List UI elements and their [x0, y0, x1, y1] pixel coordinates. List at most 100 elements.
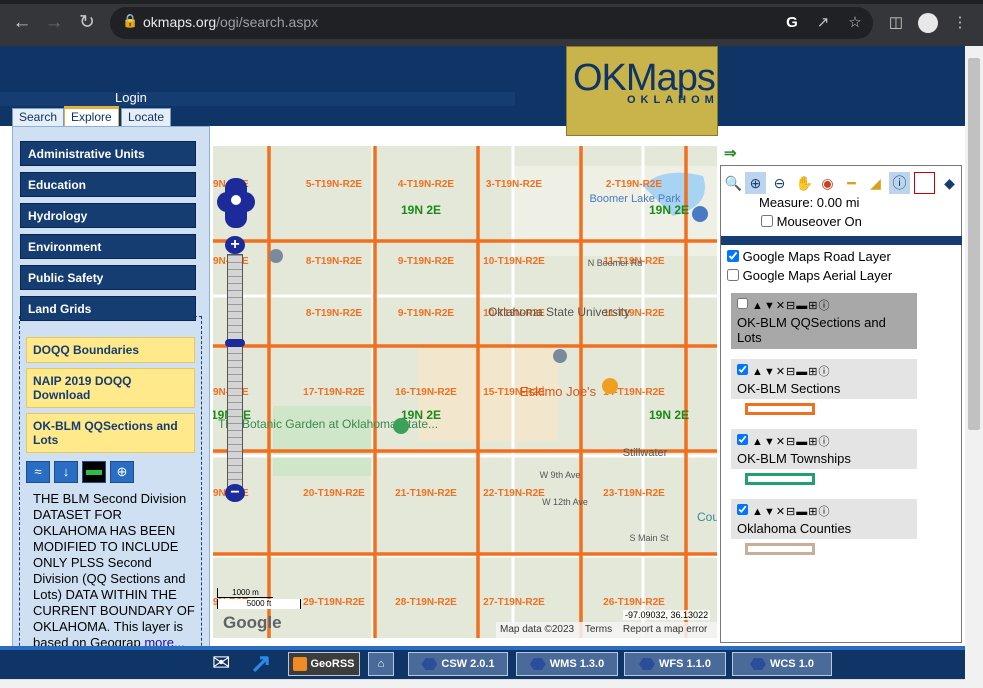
google-icon[interactable]: G	[782, 13, 802, 33]
section-label: 3-T19N-R2E	[486, 179, 542, 190]
external-link-icon[interactable]: ↗	[250, 648, 280, 678]
tab-search[interactable]: Search	[12, 108, 65, 126]
point-marker-icon[interactable]: ◆	[939, 172, 960, 194]
legend-icon[interactable]	[82, 461, 106, 483]
layer-naip-2019[interactable]: NAIP 2019 DOQQ Download	[26, 368, 195, 408]
profile-avatar[interactable]	[918, 13, 938, 33]
scale-imperial: 5000 ft	[217, 599, 301, 609]
category-public-safety[interactable]: Public Safety	[20, 265, 196, 290]
mouseover-checkbox[interactable]	[761, 215, 773, 227]
place-label: Oklahoma State University	[488, 305, 630, 319]
layer-item-townships[interactable]: ▲▼✕⊟▬⊞ⓘ OK-BLM Townships	[731, 429, 917, 469]
terms-link[interactable]: Terms	[585, 624, 612, 635]
restaurant-pin-icon[interactable]	[602, 378, 618, 394]
category-administrative-units[interactable]: Administrative Units	[20, 141, 196, 166]
road-layer-checkbox[interactable]	[727, 250, 739, 262]
report-map-error-link[interactable]: Report a map error	[623, 624, 707, 635]
scale-metric: 1000 m	[217, 588, 273, 598]
mouseover-toggle[interactable]: Mouseover On	[761, 214, 862, 229]
menu-dots-icon[interactable]: ⋮	[950, 13, 970, 33]
place-pin-icon[interactable]	[269, 249, 283, 263]
section-label: 2-T19N-R2E	[606, 179, 662, 190]
back-icon[interactable]: ←	[10, 11, 34, 35]
info-icon[interactable]: ⓘ	[889, 172, 910, 194]
category-environment[interactable]: Environment	[20, 234, 196, 259]
zoom-full-icon[interactable]: 🔍	[723, 172, 744, 194]
identify-icon[interactable]: ◉	[817, 172, 838, 194]
wcs-button[interactable]: WCS 1.0	[732, 652, 832, 676]
layer-controls[interactable]: ▲▼✕⊟▬⊞ⓘ	[737, 363, 911, 379]
wcs-label: WCS 1.0	[769, 658, 814, 670]
vertical-scrollbar[interactable]	[965, 46, 983, 688]
measure-readout: Measure: 0.00 mi	[759, 195, 860, 210]
address-bar[interactable]: 🔒 okmaps.org/ogi/search.aspx G ↗ ☆	[110, 7, 873, 39]
layer-item-counties[interactable]: ▲▼✕⊟▬⊞ⓘ Oklahoma Counties	[731, 499, 917, 539]
wms-button[interactable]: WMS 1.3.0	[516, 652, 618, 676]
category-education[interactable]: Education	[20, 172, 196, 197]
layer-ok-blm-qqsections[interactable]: OK-BLM QQSections and Lots	[26, 413, 195, 453]
email-icon[interactable]: ✉	[212, 650, 240, 678]
map-view[interactable]: 5-T19N-R2E 4-T19N-R2E 3-T19N-R2E 2-T19N-R2E…	[213, 146, 717, 638]
place-pin-icon[interactable]	[692, 206, 708, 222]
layer-checkbox[interactable]	[737, 364, 748, 375]
map-canvas[interactable]: 5-T19N-R2E 4-T19N-R2E 3-T19N-R2E 2-T19N-R2E…	[213, 146, 717, 638]
layer-item-qqsections[interactable]: ▲▼✕⊟▬⊞ⓘ OK-BLM QQSections and Lots	[731, 293, 917, 349]
layer-item-sections[interactable]: ▲▼✕⊟▬⊞ⓘ OK-BLM Sections	[731, 359, 917, 399]
collapse-arrows-icon[interactable]: ⇒	[724, 144, 737, 162]
home-icon[interactable]: ⌂	[368, 652, 394, 676]
zoom-slider-handle[interactable]	[225, 339, 245, 347]
tab-explore[interactable]: Explore	[64, 106, 119, 126]
map-tools-panel: 🔍 ⊕ ⊖ ✋ ◉ ━ ◢ ⓘ . ◆ Measure: 0.00 mi Mou…	[720, 165, 962, 643]
aerial-layer-checkbox[interactable]	[727, 269, 739, 281]
tab-locate[interactable]: Locate	[121, 108, 172, 126]
pan-hand-icon[interactable]: ✋	[794, 172, 815, 194]
measure-ruler-icon[interactable]: ━	[841, 172, 862, 194]
bookmark-star-icon[interactable]: ☆	[845, 13, 865, 33]
zoom-in-box-icon[interactable]: ⊕	[745, 172, 766, 194]
section-label: 5-T19N-R2E	[306, 179, 362, 190]
tab-strip	[0, 0, 983, 4]
zoom-slider[interactable]	[227, 254, 243, 490]
section-label: 10-T19N-R2E	[483, 256, 545, 267]
csw-button[interactable]: CSW 2.0.1	[408, 652, 508, 676]
area-ruler-icon[interactable]: ◢	[865, 172, 886, 194]
layer-controls[interactable]: ▲▼✕⊟▬⊞ⓘ	[737, 433, 911, 449]
layer-checkbox[interactable]	[737, 504, 748, 515]
zoom-out-icon[interactable]: ⊖	[769, 172, 790, 194]
zoom-out-button[interactable]: −	[225, 484, 245, 502]
layer-doqq-boundaries[interactable]: DOQQ Boundaries	[26, 337, 195, 363]
scrollbar-thumb[interactable]	[968, 58, 980, 430]
zoom-to-layer-icon[interactable]: ⊕	[110, 461, 134, 483]
garden-pin-icon[interactable]	[393, 418, 409, 434]
category-hydrology[interactable]: Hydrology	[20, 203, 196, 228]
login-link[interactable]: Login	[115, 90, 147, 105]
google-logo[interactable]: Google	[223, 613, 282, 633]
side-panel-icon[interactable]: ◫	[886, 13, 906, 33]
wfs-button[interactable]: WFS 1.1.0	[624, 652, 726, 676]
university-pin-icon[interactable]	[553, 349, 567, 363]
layer-checkbox[interactable]	[737, 434, 748, 445]
okmaps-logo[interactable]: OKMaps OKLAHOMA	[566, 46, 727, 136]
zoom-in-button[interactable]: +	[225, 236, 245, 254]
layer-checkbox[interactable]	[737, 298, 748, 309]
reload-icon[interactable]: ↻	[75, 11, 99, 35]
aerial-layer-toggle[interactable]: Google Maps Aerial Layer	[727, 268, 892, 283]
place-label: Stillwater	[623, 447, 668, 459]
layer-controls[interactable]: ▲▼✕⊟▬⊞ⓘ	[737, 503, 911, 519]
pan-control[interactable]	[217, 178, 255, 228]
road-layer-toggle[interactable]: Google Maps Road Layer	[727, 249, 891, 264]
share-icon[interactable]: ↗	[813, 13, 833, 33]
layer-controls[interactable]: ▲▼✕⊟▬⊞ⓘ	[737, 297, 911, 313]
map-attribution-bar: Map data ©2023 Terms Report a map error	[496, 622, 717, 638]
layer-info-map-icon[interactable]: ≈	[26, 461, 50, 483]
download-icon[interactable]: ↓	[54, 461, 78, 483]
select-box-icon[interactable]: .	[914, 172, 935, 194]
section-label: 27-T19N-R2E	[483, 597, 545, 608]
horizontal-scrollbar[interactable]	[0, 679, 965, 688]
georss-button[interactable]: GeoRSS	[288, 652, 360, 676]
hex-icon	[529, 658, 546, 671]
forward-icon[interactable]: →	[42, 11, 66, 35]
place-label: W 9th Ave	[540, 470, 581, 480]
legend-swatch-counties	[745, 543, 815, 555]
footer-band	[0, 646, 965, 650]
